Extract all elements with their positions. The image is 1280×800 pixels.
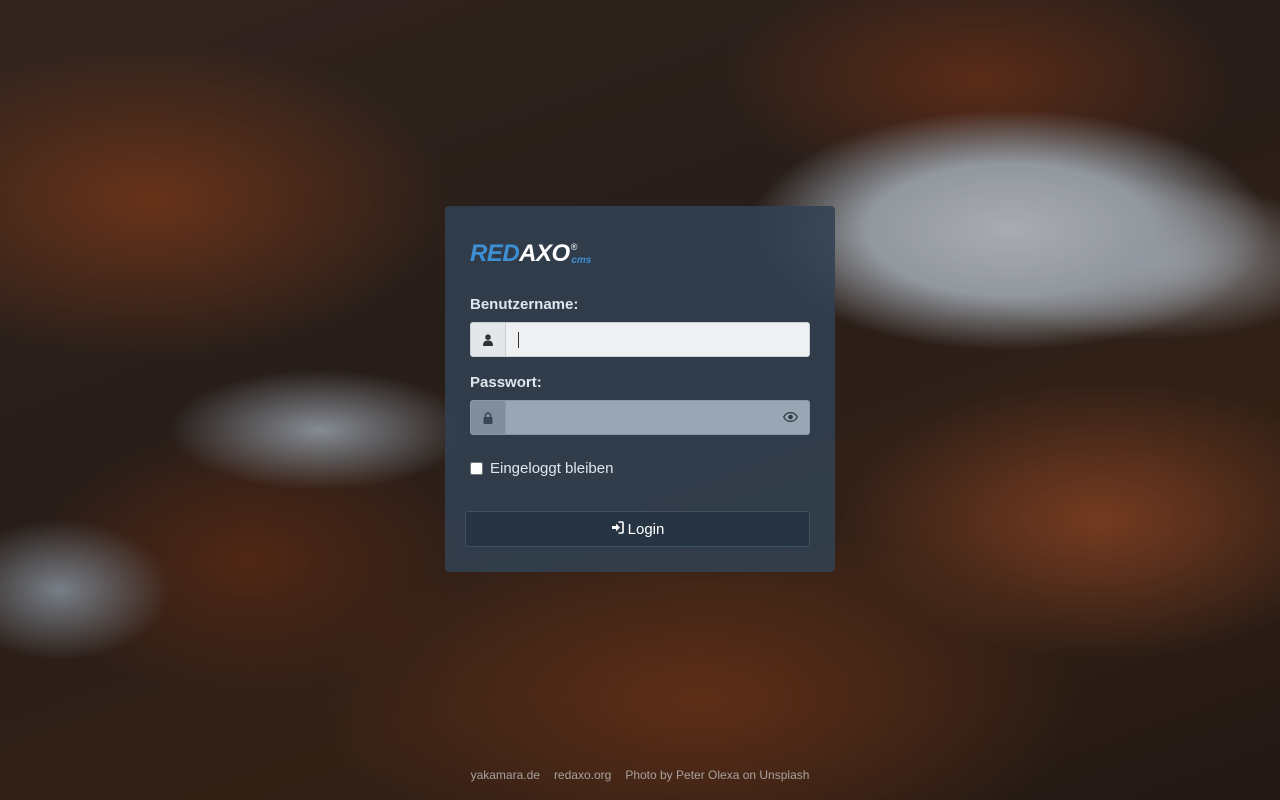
logo-axo: AXO: [519, 240, 570, 267]
logo-red: RED: [470, 240, 520, 267]
login-button-label: Login: [627, 520, 665, 538]
username-label: Benutzername:: [470, 296, 579, 313]
footer-link-yakamara[interactable]: yakamara.de: [471, 768, 540, 782]
footer-link-redaxo[interactable]: redaxo.org: [554, 768, 611, 782]
footer: yakamara.de redaxo.org Photo by Peter Ol…: [0, 768, 1280, 782]
password-label: Passwort:: [470, 374, 542, 391]
login-button[interactable]: Login: [465, 511, 810, 547]
password-input[interactable]: [506, 400, 810, 435]
password-group: [470, 400, 810, 435]
redaxo-logo: RED AXO ® cms: [470, 241, 591, 267]
lock-icon: [470, 400, 506, 435]
username-group: [470, 322, 810, 357]
remember-label: Eingeloggt bleiben: [490, 460, 614, 477]
eye-icon[interactable]: [782, 409, 798, 425]
sign-in-icon: [611, 520, 624, 538]
user-icon: [470, 322, 506, 357]
footer-link-photo-credit[interactable]: Photo by Peter Olexa on Unsplash: [625, 768, 809, 782]
remember-checkbox[interactable]: [470, 462, 483, 475]
login-panel: RED AXO ® cms Benutzername: Passwort: Ei…: [445, 206, 835, 572]
logo-cms: cms: [571, 255, 592, 266]
logo-registered: ®: [570, 242, 578, 252]
username-input[interactable]: [506, 322, 810, 357]
remember-me[interactable]: Eingeloggt bleiben: [470, 460, 613, 477]
